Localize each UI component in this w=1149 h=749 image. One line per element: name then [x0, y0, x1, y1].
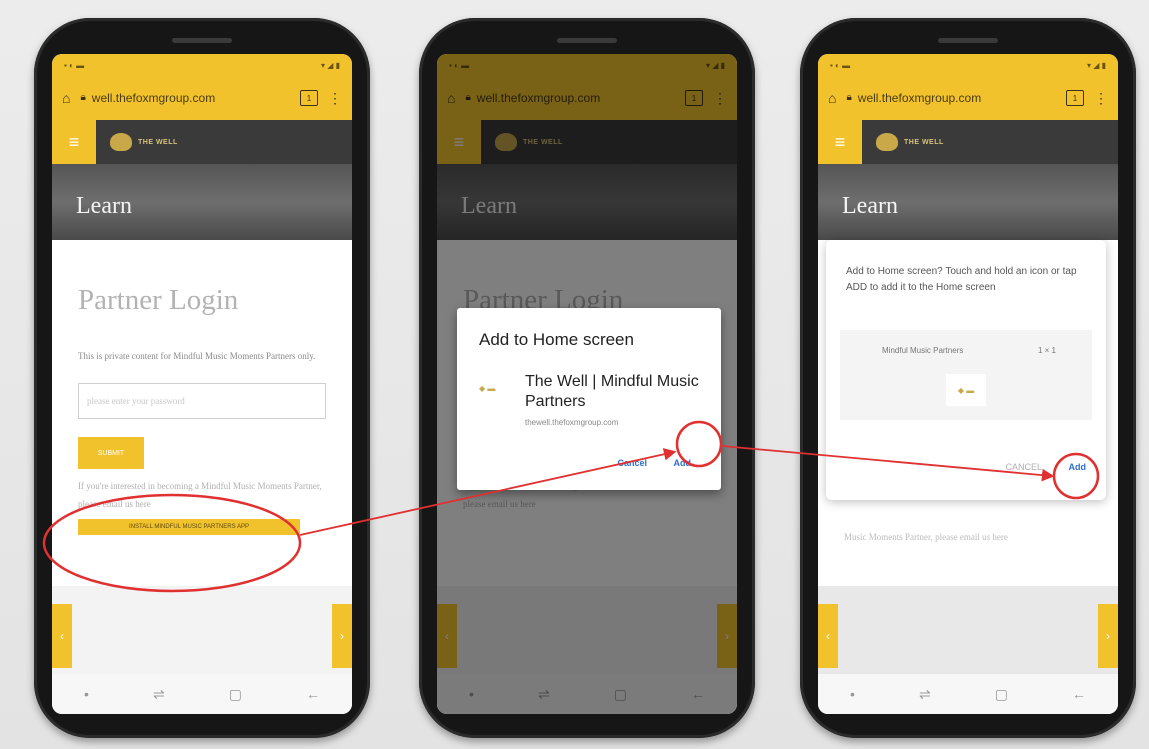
widget-preview[interactable]: Mindful Music Partners 1 × 1 ◆ ▬ [840, 330, 1092, 420]
hero-title: Learn [76, 193, 132, 219]
submit-button[interactable]: SUBMIT [78, 437, 144, 469]
logo-text: THE WELL [138, 138, 178, 146]
square-icon[interactable]: ▢ [229, 686, 242, 703]
square-icon[interactable]: ▢ [995, 686, 1008, 703]
behind-sheet-text: Music Moments Partner, please email us h… [844, 532, 1008, 542]
hero-banner: Learn [52, 164, 352, 240]
hero-banner: Learn [818, 164, 1118, 240]
site-header: ≡ THE WELL [818, 120, 1118, 164]
phone-frame-1: ▪ ◐ ▬ ▾ ◢ ▮ ⌂ 🔒︎ well.thefoxmgroup.com 1 ⋮… [34, 18, 370, 738]
status-bar: ▪ ◐ ▬▾ ◢ ▮ [52, 54, 352, 76]
app-name-field[interactable]: The Well | Mindful Music Partners [525, 372, 735, 412]
logo-text: THE WELL [904, 138, 944, 146]
install-app-button[interactable]: INSTALL MINDFUL MUSIC PARTNERS APP [78, 519, 300, 535]
back-arrow-icon[interactable]: ← [306, 686, 320, 702]
page-title: Partner Login [78, 284, 239, 316]
dialog-title: Add to Home screen [479, 330, 634, 349]
earpiece [172, 38, 232, 43]
android-nav-bar: • ⇌ ▢ ← [818, 674, 1118, 714]
cancel-button[interactable]: Cancel [617, 458, 647, 468]
more-vert-icon[interactable]: ⋮ [1094, 91, 1108, 105]
app-url: thewell.thefoxmgroup.com [525, 418, 619, 427]
phone-frame-2: ▪ ◐ ▬▾ ◢ ▮ ⌂ 🔒︎well.thefoxmgroup.com 1 ⋮… [419, 18, 755, 738]
site-logo[interactable]: THE WELL [110, 133, 178, 151]
android-nav-bar: • ⇌ ▢ ← [52, 674, 352, 714]
hamburger-icon[interactable]: ≡ [818, 120, 862, 164]
chevron-right-icon[interactable]: › [332, 604, 352, 668]
browser-toolbar: ⌂ 🔒︎ well.thefoxmgroup.com 1 ⋮ [52, 76, 352, 120]
status-bar: ▪ ◐ ▬▾ ◢ ▮ [818, 54, 1118, 76]
bottom-area: ‹ › [818, 586, 1118, 674]
chevron-right-icon[interactable]: › [1098, 604, 1118, 668]
partner-notice: If you're interested in becoming a Mindf… [78, 481, 322, 509]
url-bar[interactable]: 🔒︎ well.thefoxmgroup.com [846, 91, 1056, 105]
hero-title: Learn [842, 193, 898, 219]
bottom-area: ‹ › [52, 586, 352, 674]
tabs-icon[interactable]: 1 [1066, 90, 1084, 106]
hamburger-icon[interactable]: ≡ [52, 120, 96, 164]
dot-icon[interactable]: • [850, 686, 855, 702]
login-description: This is private content for Mindful Musi… [78, 351, 316, 361]
chevron-left-icon[interactable]: ‹ [52, 604, 72, 668]
recent-apps-icon[interactable]: ⇌ [919, 686, 931, 703]
earpiece [557, 38, 617, 43]
phone-screen-1: ▪ ◐ ▬ ▾ ◢ ▮ ⌂ 🔒︎ well.thefoxmgroup.com 1 ⋮… [52, 54, 352, 714]
sheet-instructions: Add to Home screen? Touch and hold an ic… [846, 266, 1077, 293]
home-icon[interactable]: ⌂ [828, 91, 836, 105]
tabs-icon[interactable]: 1 [300, 90, 318, 106]
add-button[interactable]: Add [674, 458, 692, 468]
recent-apps-icon[interactable]: ⇌ [153, 686, 165, 703]
site-header: ≡ THE WELL [52, 120, 352, 164]
tutorial-collage: ▪ ◐ ▬ ▾ ◢ ▮ ⌂ 🔒︎ well.thefoxmgroup.com 1 ⋮… [0, 0, 1149, 749]
phone-frame-3: ▪ ◐ ▬ ▾ ◢ ▮ ⌂ 🔒︎ well.thefoxmgroup.com 1 ⋮… [800, 18, 1136, 738]
login-content: Partner Login This is private content fo… [52, 284, 352, 535]
add-to-home-dialog: Add to Home screen ◆ ▬ The Well | Mindfu… [457, 308, 721, 490]
app-icon: ◆ ▬ [479, 384, 496, 393]
home-screen-sheet: Add to Home screen? Touch and hold an ic… [826, 240, 1106, 500]
logo-mark [876, 133, 898, 151]
chevron-left-icon[interactable]: ‹ [818, 604, 838, 668]
back-arrow-icon[interactable]: ← [1072, 686, 1086, 702]
dot-icon[interactable]: • [84, 686, 89, 702]
more-vert-icon[interactable]: ⋮ [328, 91, 342, 105]
logo-mark [110, 133, 132, 151]
add-button[interactable]: Add [1069, 462, 1087, 472]
url-text: well.thefoxmgroup.com [91, 91, 216, 105]
app-icon: ◆ ▬ [946, 374, 986, 406]
earpiece [938, 38, 998, 43]
lock-icon: 🔒︎ [846, 92, 852, 103]
cancel-button[interactable]: CANCEL [1005, 462, 1042, 472]
preview-size: 1 × 1 [1037, 346, 1056, 355]
url-text: well.thefoxmgroup.com [857, 91, 982, 105]
lock-icon: 🔒︎ [80, 92, 86, 103]
preview-name: Mindful Music Partners [882, 346, 964, 355]
phone-screen-3: ▪ ◐ ▬ ▾ ◢ ▮ ⌂ 🔒︎ well.thefoxmgroup.com 1 ⋮… [818, 54, 1118, 714]
password-input[interactable]: please enter your password [78, 383, 326, 419]
site-logo[interactable]: THE WELL [876, 133, 944, 151]
phone-screen-2: ▪ ◐ ▬▾ ◢ ▮ ⌂ 🔒︎well.thefoxmgroup.com 1 ⋮… [437, 54, 737, 714]
home-icon[interactable]: ⌂ [62, 91, 70, 105]
browser-toolbar: ⌂ 🔒︎ well.thefoxmgroup.com 1 ⋮ [818, 76, 1118, 120]
url-bar[interactable]: 🔒︎ well.thefoxmgroup.com [80, 91, 290, 105]
